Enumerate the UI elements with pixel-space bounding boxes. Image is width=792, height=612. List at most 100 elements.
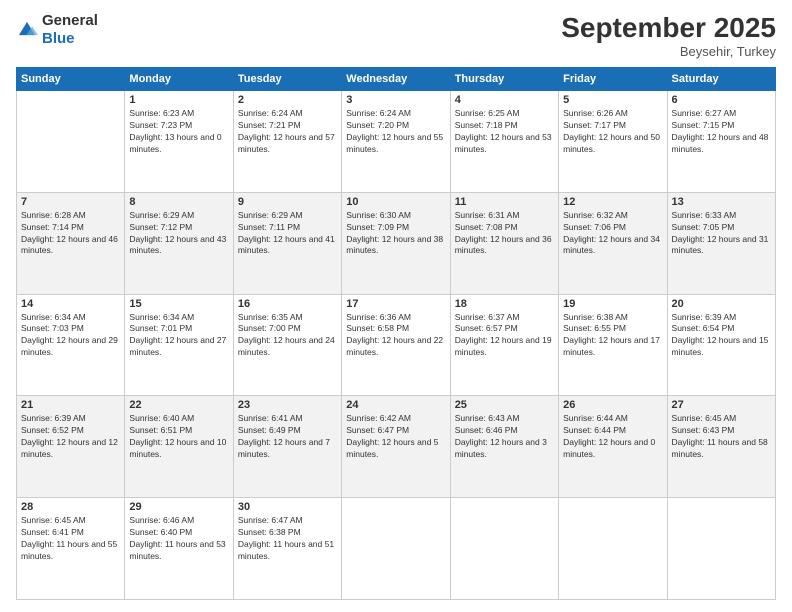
cell-info: Sunrise: 6:46 AMSunset: 6:40 PMDaylight:…	[129, 515, 228, 563]
cell-info: Sunrise: 6:47 AMSunset: 6:38 PMDaylight:…	[238, 515, 337, 563]
calendar-cell: 1 Sunrise: 6:23 AMSunset: 7:23 PMDaylight…	[125, 91, 233, 193]
weekday-header-saturday: Saturday	[667, 68, 775, 91]
calendar-cell	[667, 498, 775, 600]
calendar-cell: 27 Sunrise: 6:45 AMSunset: 6:43 PMDayligh…	[667, 396, 775, 498]
day-number: 10	[346, 196, 445, 208]
day-number: 27	[672, 399, 771, 411]
day-number: 8	[129, 196, 228, 208]
day-number: 7	[21, 196, 120, 208]
day-number: 9	[238, 196, 337, 208]
day-number: 14	[21, 298, 120, 310]
day-number: 21	[21, 399, 120, 411]
calendar-cell: 14 Sunrise: 6:34 AMSunset: 7:03 PMDayligh…	[17, 294, 125, 396]
logo-blue: Blue	[42, 30, 75, 47]
calendar-cell: 16 Sunrise: 6:35 AMSunset: 7:00 PMDayligh…	[233, 294, 341, 396]
day-number: 25	[455, 399, 554, 411]
week-row-1: 7 Sunrise: 6:28 AMSunset: 7:14 PMDaylight…	[17, 192, 776, 294]
calendar-cell	[342, 498, 450, 600]
cell-info: Sunrise: 6:32 AMSunset: 7:06 PMDaylight:…	[563, 210, 662, 258]
cell-info: Sunrise: 6:28 AMSunset: 7:14 PMDaylight:…	[21, 210, 120, 258]
day-number: 18	[455, 298, 554, 310]
cell-info: Sunrise: 6:25 AMSunset: 7:18 PMDaylight:…	[455, 108, 554, 156]
day-number: 19	[563, 298, 662, 310]
calendar-cell: 5 Sunrise: 6:26 AMSunset: 7:17 PMDaylight…	[559, 91, 667, 193]
cell-info: Sunrise: 6:35 AMSunset: 7:00 PMDaylight:…	[238, 312, 337, 360]
calendar-cell: 25Sunrise: 6:43 AMSunset: 6:46 PMDayligh…	[450, 396, 558, 498]
month-title: September 2025	[561, 12, 776, 44]
cell-info: Sunrise: 6:34 AMSunset: 7:03 PMDaylight:…	[21, 312, 120, 360]
calendar-cell: 18 Sunrise: 6:37 AMSunset: 6:57 PMDayligh…	[450, 294, 558, 396]
weekday-header-wednesday: Wednesday	[342, 68, 450, 91]
calendar-cell: 8 Sunrise: 6:29 AMSunset: 7:12 PMDaylight…	[125, 192, 233, 294]
day-number: 26	[563, 399, 662, 411]
day-number: 1	[129, 94, 228, 106]
day-number: 13	[672, 196, 771, 208]
day-number: 16	[238, 298, 337, 310]
cell-info: Sunrise: 6:31 AMSunset: 7:08 PMDaylight:…	[455, 210, 554, 258]
week-row-0: 1 Sunrise: 6:23 AMSunset: 7:23 PMDaylight…	[17, 91, 776, 193]
day-number: 6	[672, 94, 771, 106]
calendar-cell: 21 Sunrise: 6:39 AMSunset: 6:52 PMDayligh…	[17, 396, 125, 498]
calendar-cell	[17, 91, 125, 193]
header: General Blue September 2025 Beysehir, Tu…	[16, 12, 776, 59]
day-number: 2	[238, 94, 337, 106]
calendar-cell	[450, 498, 558, 600]
day-number: 23	[238, 399, 337, 411]
cell-info: Sunrise: 6:34 AMSunset: 7:01 PMDaylight:…	[129, 312, 228, 360]
weekday-header-row: SundayMondayTuesdayWednesdayThursdayFrid…	[17, 68, 776, 91]
calendar-cell	[559, 498, 667, 600]
weekday-header-friday: Friday	[559, 68, 667, 91]
calendar-cell: 29 Sunrise: 6:46 AMSunset: 6:40 PMDayligh…	[125, 498, 233, 600]
day-number: 29	[129, 501, 228, 513]
cell-info: Sunrise: 6:33 AMSunset: 7:05 PMDaylight:…	[672, 210, 771, 258]
cell-info: Sunrise: 6:42 AMSunset: 6:47 PMDaylight:…	[346, 413, 445, 461]
cell-info: Sunrise: 6:37 AMSunset: 6:57 PMDaylight:…	[455, 312, 554, 360]
calendar-cell: 30 Sunrise: 6:47 AMSunset: 6:38 PMDayligh…	[233, 498, 341, 600]
calendar-cell: 9 Sunrise: 6:29 AMSunset: 7:11 PMDaylight…	[233, 192, 341, 294]
calendar-cell: 6 Sunrise: 6:27 AMSunset: 7:15 PMDaylight…	[667, 91, 775, 193]
day-number: 20	[672, 298, 771, 310]
weekday-header-tuesday: Tuesday	[233, 68, 341, 91]
day-number: 3	[346, 94, 445, 106]
day-number: 11	[455, 196, 554, 208]
calendar-cell: 11 Sunrise: 6:31 AMSunset: 7:08 PMDayligh…	[450, 192, 558, 294]
calendar-cell: 10 Sunrise: 6:30 AMSunset: 7:09 PMDayligh…	[342, 192, 450, 294]
calendar-cell: 4 Sunrise: 6:25 AMSunset: 7:18 PMDaylight…	[450, 91, 558, 193]
cell-info: Sunrise: 6:39 AMSunset: 6:52 PMDaylight:…	[21, 413, 120, 461]
cell-info: Sunrise: 6:30 AMSunset: 7:09 PMDaylight:…	[346, 210, 445, 258]
week-row-3: 21 Sunrise: 6:39 AMSunset: 6:52 PMDayligh…	[17, 396, 776, 498]
calendar-table: SundayMondayTuesdayWednesdayThursdayFrid…	[16, 67, 776, 600]
cell-info: Sunrise: 6:26 AMSunset: 7:17 PMDaylight:…	[563, 108, 662, 156]
cell-info: Sunrise: 6:45 AMSunset: 6:41 PMDaylight:…	[21, 515, 120, 563]
day-number: 30	[238, 501, 337, 513]
day-number: 12	[563, 196, 662, 208]
weekday-header-sunday: Sunday	[17, 68, 125, 91]
cell-info: Sunrise: 6:29 AMSunset: 7:12 PMDaylight:…	[129, 210, 228, 258]
cell-info: Sunrise: 6:27 AMSunset: 7:15 PMDaylight:…	[672, 108, 771, 156]
cell-info: Sunrise: 6:39 AMSunset: 6:54 PMDaylight:…	[672, 312, 771, 360]
calendar-cell: 2Sunrise: 6:24 AMSunset: 7:21 PMDaylight…	[233, 91, 341, 193]
title-block: September 2025 Beysehir, Turkey	[561, 12, 776, 59]
calendar-cell: 28Sunrise: 6:45 AMSunset: 6:41 PMDayligh…	[17, 498, 125, 600]
week-row-4: 28Sunrise: 6:45 AMSunset: 6:41 PMDayligh…	[17, 498, 776, 600]
calendar-cell: 19 Sunrise: 6:38 AMSunset: 6:55 PMDayligh…	[559, 294, 667, 396]
cell-info: Sunrise: 6:45 AMSunset: 6:43 PMDaylight:…	[672, 413, 771, 461]
calendar-cell: 17Sunrise: 6:36 AMSunset: 6:58 PMDayligh…	[342, 294, 450, 396]
cell-info: Sunrise: 6:41 AMSunset: 6:49 PMDaylight:…	[238, 413, 337, 461]
cell-info: Sunrise: 6:38 AMSunset: 6:55 PMDaylight:…	[563, 312, 662, 360]
calendar-cell: 24Sunrise: 6:42 AMSunset: 6:47 PMDayligh…	[342, 396, 450, 498]
logo-general: General	[42, 12, 98, 29]
weekday-header-monday: Monday	[125, 68, 233, 91]
cell-info: Sunrise: 6:24 AMSunset: 7:20 PMDaylight:…	[346, 108, 445, 156]
logo-text: General Blue	[42, 12, 98, 48]
day-number: 15	[129, 298, 228, 310]
calendar-cell: 22Sunrise: 6:40 AMSunset: 6:51 PMDayligh…	[125, 396, 233, 498]
logo-icon	[16, 19, 38, 41]
calendar-cell: 26 Sunrise: 6:44 AMSunset: 6:44 PMDayligh…	[559, 396, 667, 498]
cell-info: Sunrise: 6:44 AMSunset: 6:44 PMDaylight:…	[563, 413, 662, 461]
cell-info: Sunrise: 6:29 AMSunset: 7:11 PMDaylight:…	[238, 210, 337, 258]
day-number: 22	[129, 399, 228, 411]
cell-info: Sunrise: 6:23 AMSunset: 7:23 PMDaylight:…	[129, 108, 228, 156]
day-number: 5	[563, 94, 662, 106]
day-number: 4	[455, 94, 554, 106]
